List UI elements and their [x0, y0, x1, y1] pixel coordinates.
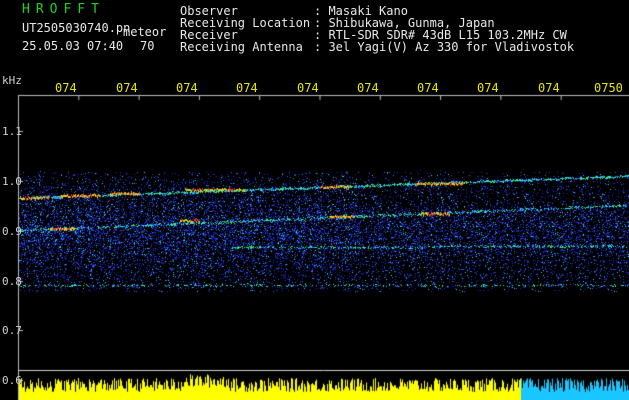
spectrogram-plot: [0, 0, 629, 400]
time-tick: 074: [297, 81, 319, 95]
mode-label: meteor: [123, 25, 167, 39]
time-tick: 074: [116, 81, 138, 95]
time-tick: 074: [477, 81, 499, 95]
time-tick: 0750: [594, 81, 623, 95]
value-antenna: : 3el Yagi(V) Az 330 for Vladivostok: [314, 40, 575, 54]
freq-tick: 0.7: [2, 324, 22, 337]
label-antenna: Receiving Antenna: [180, 40, 303, 54]
time-tick: 074: [357, 81, 379, 95]
freq-tick: 0.6: [2, 374, 22, 387]
count-value: 70: [140, 39, 155, 53]
freq-tick: 1.0: [2, 175, 22, 188]
freq-tick: 1.1: [2, 125, 22, 138]
freq-tick: 0.8: [2, 275, 22, 288]
app-title: HROFFT: [22, 2, 105, 17]
file-name: UT2505030740.pn: [22, 21, 131, 35]
freq-unit: kHz: [2, 74, 22, 87]
time-tick: 074: [417, 81, 439, 95]
time-tick: 074: [55, 81, 77, 95]
time-tick: 074: [538, 81, 560, 95]
freq-tick: 0.9: [2, 225, 22, 238]
time-tick: 074: [176, 81, 198, 95]
date-time: 25.05.03 07:40: [22, 39, 124, 53]
time-tick: 074: [236, 81, 258, 95]
